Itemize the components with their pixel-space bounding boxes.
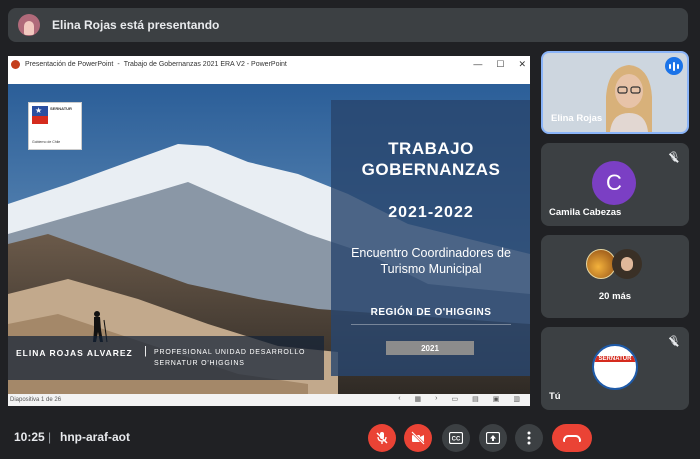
participant-tile-camila[interactable]: 🎙 C Camila Cabezas <box>541 143 689 226</box>
participant-name: Tú <box>549 391 561 402</box>
more-options-button[interactable] <box>515 424 543 452</box>
presenting-text: Elina Rojas está presentando <box>52 18 220 32</box>
slideshow-icon: ▥ <box>513 396 520 403</box>
slide-title: TRABAJO GOBERNANZAS <box>331 138 530 180</box>
presenter-separator: | <box>144 345 147 357</box>
slide-year-box: 2021 <box>386 341 474 355</box>
slide-years: 2021-2022 <box>388 204 474 221</box>
ppt-title-separator: - <box>117 60 120 68</box>
captions-icon: CC <box>449 432 463 444</box>
more-vert-icon <box>527 431 531 445</box>
ppt-window-title: Trabajo de Gobernanzas 2021 ERA V2 - Pow… <box>123 60 287 68</box>
clock: 10:25 <box>14 430 45 444</box>
presenter-role: PROFESIONAL UNIDAD DESARROLLO SERNATUR O… <box>154 347 305 369</box>
close-icon: ✕ <box>518 58 526 69</box>
hang-up-icon <box>563 434 581 442</box>
logo-footer: Gobierno de Chile <box>32 140 61 144</box>
participant-video <box>598 57 660 132</box>
mic-toggle-button[interactable] <box>368 424 396 452</box>
svg-text:CC: CC <box>452 437 461 443</box>
presenter-role-line1: PROFESIONAL UNIDAD DESARROLLO <box>154 349 306 356</box>
government-logo: SERNATUR Gobierno de Chile <box>28 102 82 150</box>
footer-separator: | <box>48 430 52 444</box>
present-screen-icon <box>486 432 500 444</box>
grid-icon: ▦ <box>414 396 422 403</box>
participant-tile-more[interactable]: 20 más <box>541 235 689 318</box>
ppt-titlebar: Presentación de PowerPoint - Trabajo de … <box>8 56 530 72</box>
slide: SERNATUR Gobierno de Chile TRABAJO GOBER… <box>8 84 530 394</box>
speaking-indicator-icon <box>665 57 683 75</box>
ppt-statusbar: Diapositiva 1 de 26 ‹ ▦ › ▭ ▤ ▣ ▥ <box>8 394 530 406</box>
camera-toggle-button[interactable] <box>404 424 432 452</box>
presenter-avatar <box>18 14 40 36</box>
chile-flag-icon <box>32 106 48 124</box>
mic-off-icon <box>376 432 388 444</box>
mic-off-icon: 🎙 <box>667 152 681 163</box>
slide-subtitle: Encuentro Coordinadores de Turismo Munic… <box>331 245 530 277</box>
captions-button[interactable]: CC <box>442 424 470 452</box>
reading-view-icon: ▣ <box>492 396 500 403</box>
slide-region: REGIÓN DE O'HIGGINS <box>370 307 492 318</box>
sorter-view-icon: ▤ <box>472 396 479 403</box>
minimize-icon: — <box>473 59 483 69</box>
prev-slide-icon: ‹ <box>398 395 401 402</box>
slide-counter: Diapositiva 1 de 26 <box>10 397 62 403</box>
avatar-group <box>586 249 646 279</box>
maximize-icon: ☐ <box>496 58 505 69</box>
ppt-app-name: Presentación de PowerPoint <box>25 60 114 68</box>
more-participants-label: 20 más <box>598 291 632 302</box>
avatar: C <box>592 161 636 205</box>
slide-title-line2: GOBERNANZAS <box>361 160 501 179</box>
normal-view-icon: ▭ <box>451 396 459 403</box>
slide-title-line1: TRABAJO <box>388 139 474 158</box>
presenting-banner: Elina Rojas está presentando <box>8 8 688 42</box>
presenter-name: ELINA ROJAS ALVAREZ <box>16 348 133 358</box>
presenter-nameplate: ELINA ROJAS ALVAREZ | PROFESIONAL UNIDAD… <box>8 336 324 380</box>
avatar: SERNATUR <box>592 344 638 390</box>
camera-off-icon <box>411 431 425 445</box>
logo-title: SERNATUR <box>50 106 72 111</box>
participant-name: Camila Cabezas <box>549 207 622 218</box>
next-slide-icon: › <box>435 395 438 402</box>
avatar-logo-text: SERNATUR <box>594 356 636 362</box>
slide-subtitle-line1: Encuentro Coordinadores de <box>351 246 511 260</box>
presenter-role-line2: SERNATUR O'HIGGINS <box>154 360 245 367</box>
participant-tile-elina[interactable]: Elina Rojas <box>541 51 689 134</box>
mic-off-icon: 🎙 <box>667 336 681 347</box>
avatar <box>612 249 642 279</box>
divider <box>351 324 511 325</box>
end-call-button[interactable] <box>552 424 592 452</box>
title-panel: TRABAJO GOBERNANZAS 2021-2022 Encuentro … <box>331 100 530 376</box>
shared-screen: Presentación de PowerPoint - Trabajo de … <box>8 56 530 406</box>
powerpoint-icon <box>11 59 20 69</box>
participant-name: Elina Rojas <box>551 113 603 124</box>
slide-subtitle-line2: Turismo Municipal <box>380 262 482 276</box>
present-button[interactable] <box>479 424 507 452</box>
participant-tile-self[interactable]: 🎙 SERNATUR Tú <box>541 327 689 410</box>
meeting-code: hnp-araf-aot <box>60 430 130 444</box>
